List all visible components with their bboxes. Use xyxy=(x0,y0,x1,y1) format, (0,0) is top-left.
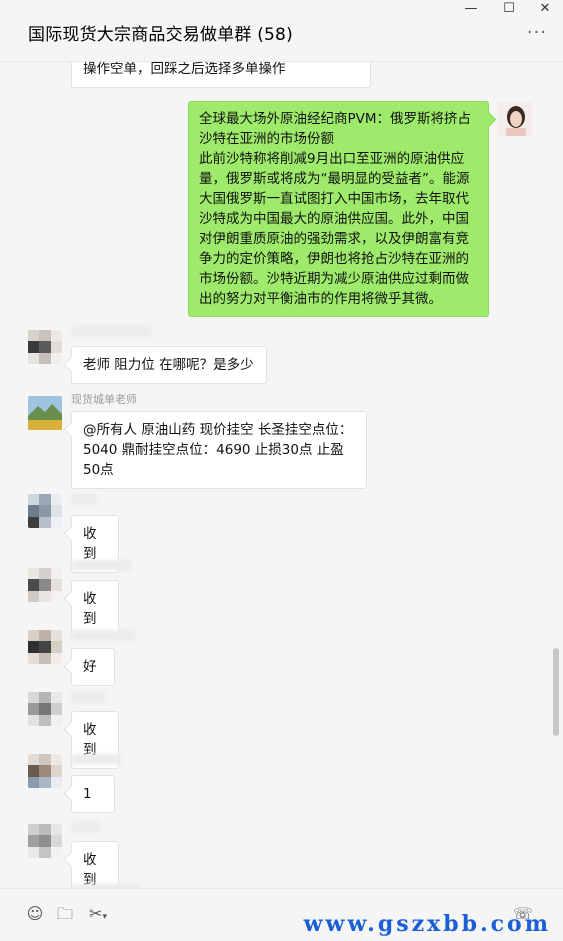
sender-name-blurred xyxy=(71,560,131,570)
sender-name-blurred xyxy=(71,494,97,504)
scrollbar-thumb[interactable] xyxy=(553,648,559,736)
message-bubble[interactable]: @所有人 原油山药 现价挂空 长圣挂空点位：5040 鼎耐挂空点位：4690 止… xyxy=(71,411,367,489)
message-bubble[interactable]: 收到 xyxy=(71,841,119,888)
member-avatar[interactable] xyxy=(28,692,62,726)
sender-name-blurred xyxy=(71,692,105,702)
landscape-icon xyxy=(28,396,62,430)
minimize-button[interactable]: — xyxy=(455,0,487,20)
chevron-down-icon: ▾ xyxy=(102,912,107,922)
sender-name-blurred xyxy=(71,326,151,336)
message-bubble[interactable]: 老师 阻力位 在哪呢？是多少 xyxy=(71,346,267,384)
title-bar: 国际现货大宗商品交易做单群 (58) — ☐ ✕ ··· xyxy=(0,0,563,62)
sender-name-blurred xyxy=(71,630,135,640)
my-avatar[interactable] xyxy=(498,102,532,136)
teacher-avatar[interactable] xyxy=(28,396,62,430)
more-options-icon[interactable]: ··· xyxy=(527,24,547,42)
folder-icon[interactable]: 🗀 xyxy=(54,903,76,925)
sender-name: 现货城单老师 xyxy=(71,393,137,406)
message-list[interactable]: 操作空单，回踩之后选择多单操作 全球最大场外原油经纪商PVM：俄罗斯将挤占沙特在… xyxy=(0,62,563,888)
member-avatar[interactable] xyxy=(28,754,62,788)
portrait-icon xyxy=(498,102,532,136)
input-toolbar: ☺ 🗀 ✂▾ ☏ www.gszxbb.com xyxy=(0,888,563,941)
chat-title: 国际现货大宗商品交易做单群 (58) xyxy=(28,25,293,45)
member-avatar[interactable] xyxy=(28,494,62,528)
maximize-button[interactable]: ☐ xyxy=(493,0,525,20)
message-bubble[interactable]: 1 xyxy=(71,775,115,813)
member-avatar[interactable] xyxy=(28,568,62,602)
emoji-icon[interactable]: ☺ xyxy=(24,903,46,925)
sender-name-blurred xyxy=(71,754,121,764)
sender-name-blurred xyxy=(71,822,101,832)
member-avatar[interactable] xyxy=(28,824,62,858)
member-avatar[interactable] xyxy=(28,630,62,664)
message-bubble[interactable]: 好 xyxy=(71,648,115,686)
screenshot-scissors-icon[interactable]: ✂▾ xyxy=(84,903,112,925)
scissors-icon: ✂ xyxy=(89,904,103,923)
close-button[interactable]: ✕ xyxy=(529,0,561,20)
member-avatar[interactable] xyxy=(28,330,62,364)
message-bubble[interactable]: 操作空单，回踩之后选择多单操作 xyxy=(71,62,371,88)
watermark-text: www.gszxbb.com xyxy=(303,911,551,937)
my-message-bubble[interactable]: 全球最大场外原油经纪商PVM：俄罗斯将挤占沙特在亚洲的市场份额 此前沙特称将削减… xyxy=(188,101,489,317)
